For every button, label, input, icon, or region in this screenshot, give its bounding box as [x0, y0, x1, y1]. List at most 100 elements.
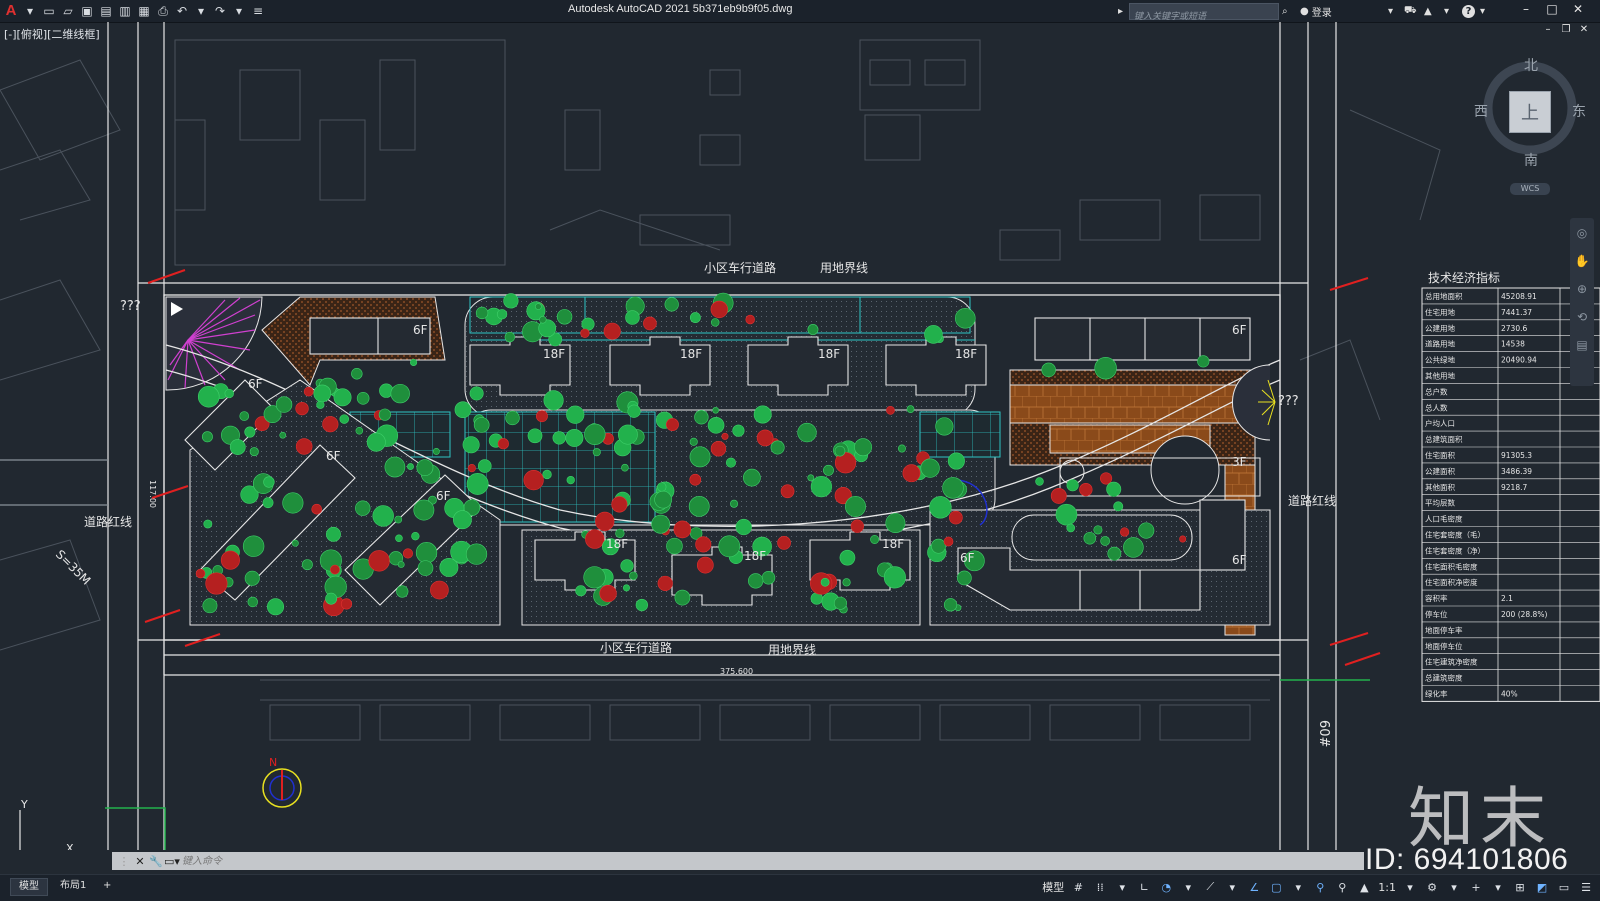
command-input[interactable]	[180, 852, 1084, 870]
search-expand-icon[interactable]: ▸	[1118, 3, 1123, 19]
steering-wheel-icon[interactable]: ◎	[1574, 226, 1590, 242]
new-file-icon[interactable]: ▭	[42, 4, 56, 18]
search-box[interactable]	[1129, 3, 1279, 24]
tree-symbol	[823, 464, 834, 476]
tree-symbol	[466, 473, 489, 495]
tree-symbol	[279, 431, 287, 439]
command-grip-icon[interactable]: ⋮	[116, 853, 132, 869]
tree-symbol	[696, 556, 714, 574]
tree-symbol	[695, 536, 712, 553]
command-recent-icon[interactable]: ▭▾	[164, 853, 180, 869]
command-line[interactable]: ⋮ ✕ 🔧 ▭▾	[112, 852, 1364, 870]
object-snap-tracking-icon[interactable]: ∠	[1246, 879, 1262, 895]
login-button[interactable]: ● 登录	[1300, 3, 1332, 19]
save-to-web-icon[interactable]: ▦	[137, 4, 151, 18]
annotation-scale-icon[interactable]: ▲	[1356, 879, 1372, 895]
add-layout-button[interactable]: +	[95, 878, 119, 894]
tree-symbol	[854, 438, 872, 457]
plot-icon[interactable]: ⎙	[156, 4, 170, 18]
unknown-label-left: ???	[120, 299, 141, 314]
tree-symbol	[651, 514, 671, 534]
tree-symbol	[1083, 531, 1097, 545]
showmotion-icon[interactable]: ▤	[1574, 338, 1590, 354]
search-icon[interactable]: ⌕	[1282, 3, 1288, 19]
tab-layout1[interactable]: 布局1	[52, 878, 94, 894]
scale-dropdown-icon[interactable]: ▾	[1402, 879, 1418, 895]
isolate-objects-icon[interactable]: ◩	[1534, 879, 1550, 895]
redo-dropdown-icon[interactable]: ▾	[232, 4, 246, 18]
a360-dropdown-icon[interactable]: ▾	[1444, 3, 1449, 19]
workspace-gear-icon[interactable]: ⚙	[1424, 879, 1440, 895]
login-dropdown-icon[interactable]: ▾	[1388, 3, 1393, 19]
autodesk-app-store-icon[interactable]: ⛟	[1404, 3, 1417, 19]
command-customize-icon[interactable]: 🔧	[148, 853, 164, 869]
undo-icon[interactable]: ↶	[175, 4, 189, 18]
tree-symbol	[957, 570, 972, 586]
drawing-canvas[interactable]: 小区车行道路 用地界线 小区车行道路 用地界线 道路红线 道路红线 S=35M …	[0, 22, 1600, 850]
pan-icon[interactable]: ✋	[1574, 254, 1590, 270]
tree-symbol	[330, 564, 340, 575]
help-dropdown-icon[interactable]: ▾	[1480, 3, 1485, 19]
customize-toolbar-icon[interactable]: ≡	[251, 4, 265, 18]
tree-symbol	[721, 432, 729, 440]
snap-dropdown-icon[interactable]: ▾	[1114, 879, 1130, 895]
orbit-icon[interactable]: ⟲	[1574, 310, 1590, 326]
auto-scale-icon[interactable]: ⚲	[1334, 879, 1350, 895]
compass-north[interactable]: 北	[1524, 55, 1538, 75]
save-as-icon[interactable]: ▤	[99, 4, 113, 18]
clean-screen-icon[interactable]: ☰	[1578, 879, 1594, 895]
redo-icon[interactable]: ↷	[213, 4, 227, 18]
viewcube-top-face[interactable]: 上	[1509, 91, 1551, 133]
polar-dropdown-icon[interactable]: ▾	[1180, 879, 1196, 895]
command-close-icon[interactable]: ✕	[132, 853, 148, 869]
units-icon[interactable]: ▾	[1490, 879, 1506, 895]
viewport-controls[interactable]: [-][俯视][二维线框]	[4, 26, 100, 42]
annotation-visibility-icon[interactable]: ⚲	[1312, 879, 1328, 895]
dimension-bottom: 375.600	[720, 667, 753, 676]
minimize-window-icon[interactable]: –	[1516, 2, 1536, 16]
tree-symbol	[411, 531, 420, 541]
object-snap-dropdown-icon[interactable]: ▾	[1290, 879, 1306, 895]
autocad-logo-icon[interactable]: A	[4, 3, 18, 18]
tree-symbol	[770, 440, 785, 455]
tree-symbol	[535, 410, 548, 423]
maximize-window-icon[interactable]: □	[1542, 2, 1562, 16]
tree-symbol	[694, 410, 709, 425]
indicator-label: 住宅套密度（毛）	[1425, 530, 1485, 540]
snap-icon[interactable]: ⁞⁞	[1092, 879, 1108, 895]
navigation-bar: ◎ ✋ ⊕ ⟲ ▤	[1570, 218, 1594, 386]
help-button[interactable]: ?	[1462, 3, 1475, 19]
annotation-scale-value[interactable]: 1:1	[1378, 881, 1396, 894]
open-file-icon[interactable]: ▱	[61, 4, 75, 18]
annotation-monitor-icon[interactable]: +	[1468, 879, 1484, 895]
compass-west[interactable]: 西	[1474, 101, 1488, 121]
compass-south[interactable]: 南	[1524, 150, 1538, 170]
workspace-dropdown-icon[interactable]: ▾	[1446, 879, 1462, 895]
polar-tracking-icon[interactable]: ◔	[1158, 879, 1174, 895]
save-icon[interactable]: ▣	[80, 4, 94, 18]
app-menu-dropdown-icon[interactable]: ▾	[23, 4, 37, 18]
tree-symbol	[1120, 527, 1130, 537]
tree-symbol	[673, 520, 692, 539]
wcs-menu[interactable]: WCS	[1510, 183, 1550, 195]
undo-dropdown-icon[interactable]: ▾	[194, 4, 208, 18]
isodraft-dropdown-icon[interactable]: ▾	[1224, 879, 1240, 895]
zoom-extents-icon[interactable]: ⊕	[1574, 282, 1590, 298]
tree-symbol	[333, 388, 352, 407]
tree-symbol	[902, 464, 921, 483]
indicator-label: 其他面积	[1425, 482, 1455, 492]
close-window-icon[interactable]: ✕	[1568, 2, 1588, 16]
status-bar: 模型 布局1 + 模型 # ⁞⁞ ▾ ∟ ◔ ▾ ⟋ ▾ ∠ ▢ ▾ ⚲ ⚲ ▲…	[0, 874, 1600, 901]
isodraft-icon[interactable]: ⟋	[1202, 879, 1218, 895]
compass-east[interactable]: 东	[1572, 101, 1586, 121]
grid-icon[interactable]: #	[1070, 879, 1086, 895]
tab-model[interactable]: 模型	[10, 878, 48, 896]
quick-properties-icon[interactable]: ⊞	[1512, 879, 1528, 895]
ortho-icon[interactable]: ∟	[1136, 879, 1152, 895]
model-space-button[interactable]: 模型	[1042, 879, 1064, 895]
object-snap-icon[interactable]: ▢	[1268, 879, 1284, 895]
a360-icon[interactable]: ▲	[1424, 3, 1432, 19]
hardware-acceleration-icon[interactable]: ▭	[1556, 879, 1572, 895]
tree-symbol	[496, 309, 508, 320]
open-from-web-icon[interactable]: ▥	[118, 4, 132, 18]
